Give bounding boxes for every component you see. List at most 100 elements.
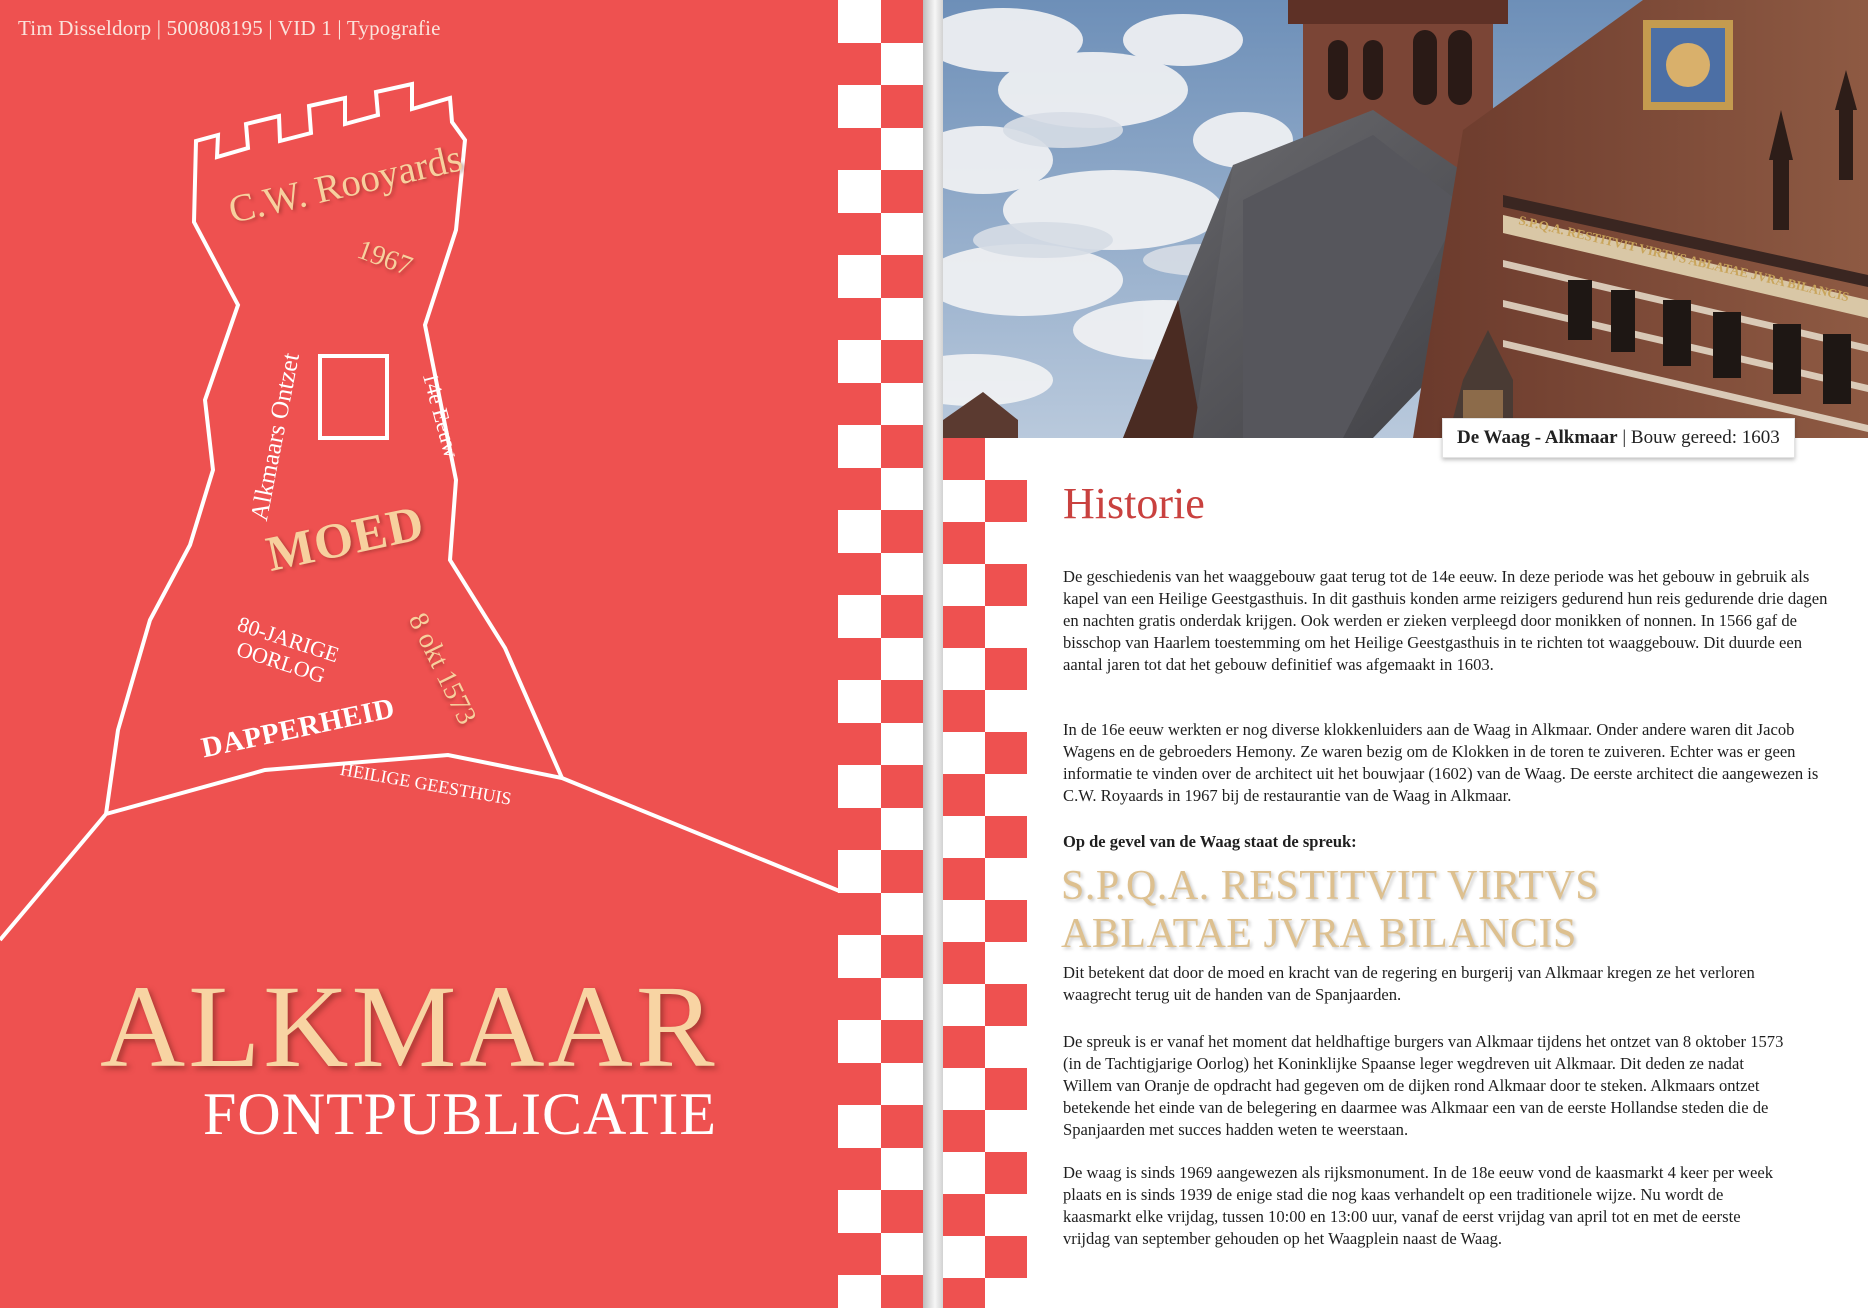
checker-cell bbox=[943, 1152, 985, 1194]
checker-cell bbox=[943, 942, 985, 984]
checker-cell bbox=[943, 774, 985, 816]
checker-cell bbox=[838, 807, 881, 850]
checker-cell bbox=[880, 85, 923, 128]
checker-cell bbox=[880, 425, 923, 468]
checker-cell bbox=[943, 1278, 985, 1308]
checker-cell bbox=[880, 680, 923, 723]
checker-cell bbox=[838, 255, 881, 298]
checker-cell bbox=[838, 977, 881, 1020]
checker-cell bbox=[838, 1232, 881, 1275]
checkerboard-left bbox=[838, 0, 923, 1308]
checker-cell bbox=[943, 648, 985, 690]
checker-cell bbox=[880, 1190, 923, 1233]
checker-cell bbox=[880, 1020, 923, 1063]
checker-cell bbox=[838, 42, 881, 85]
checker-cell bbox=[838, 637, 881, 680]
checker-cell bbox=[985, 942, 1027, 984]
checker-cell bbox=[838, 510, 881, 553]
checker-cell bbox=[985, 1068, 1027, 1110]
motto-lead: Op de gevel van de Waag staat de spreuk: bbox=[1063, 832, 1357, 851]
paragraph-1: De geschiedenis van het waaggebouw gaat … bbox=[1063, 567, 1828, 674]
checker-cell bbox=[880, 1105, 923, 1148]
checker-cell bbox=[943, 1026, 985, 1068]
checker-cell bbox=[838, 467, 881, 510]
checker-cell bbox=[838, 0, 881, 43]
waag-building-illustration: S.P.Q.A. RESTITVIT VIRTVS ABLATAE JVRA B… bbox=[943, 0, 1868, 438]
checker-cell bbox=[943, 480, 985, 522]
checker-cell bbox=[838, 1062, 881, 1105]
checker-cell bbox=[880, 1275, 923, 1308]
checker-cell bbox=[880, 1232, 923, 1275]
checker-cell bbox=[985, 1152, 1027, 1194]
checker-cell bbox=[880, 807, 923, 850]
checker-cell bbox=[880, 127, 923, 170]
cover-title: ALKMAAR bbox=[100, 961, 718, 1092]
checker-cell bbox=[985, 1236, 1027, 1278]
checker-cell bbox=[943, 1236, 985, 1278]
checker-cell bbox=[985, 606, 1027, 648]
checker-cell bbox=[985, 858, 1027, 900]
checker-cell bbox=[985, 1110, 1027, 1152]
checker-cell bbox=[985, 480, 1027, 522]
checker-cell bbox=[943, 1068, 985, 1110]
checker-cell bbox=[880, 42, 923, 85]
checker-cell bbox=[943, 816, 985, 858]
checker-cell bbox=[838, 425, 881, 468]
cover-subtitle: FONTPUBLICATIE bbox=[203, 1081, 718, 1147]
checker-cell bbox=[880, 935, 923, 978]
checker-cell bbox=[838, 212, 881, 255]
checker-cell bbox=[880, 0, 923, 43]
checker-cell bbox=[943, 1110, 985, 1152]
checker-cell bbox=[880, 765, 923, 808]
checker-cell bbox=[985, 984, 1027, 1026]
paragraph-2: In de 16e eeuw werkten er nog diverse kl… bbox=[1063, 720, 1819, 805]
paragraph-4: De spreuk is er vanaf het moment dat hel… bbox=[1063, 1032, 1784, 1139]
checker-cell bbox=[880, 722, 923, 765]
checker-cell bbox=[985, 900, 1027, 942]
checker-cell bbox=[943, 900, 985, 942]
checker-cell bbox=[838, 595, 881, 638]
checker-cell bbox=[943, 732, 985, 774]
checker-cell bbox=[943, 858, 985, 900]
checker-cell bbox=[985, 564, 1027, 606]
motto-line-1: S.P.Q.A. RESTITVIT VIRTVS bbox=[1061, 863, 1600, 909]
checker-cell bbox=[838, 1190, 881, 1233]
checker-cell bbox=[880, 892, 923, 935]
checker-cell bbox=[880, 255, 923, 298]
checker-cell bbox=[838, 127, 881, 170]
paragraph-5: De waag is sinds 1969 aangewezen als rij… bbox=[1063, 1163, 1774, 1248]
checker-cell bbox=[943, 564, 985, 606]
checker-cell bbox=[985, 1194, 1027, 1236]
checkerboard-right bbox=[943, 438, 1027, 1308]
checker-cell bbox=[880, 340, 923, 383]
checker-cell bbox=[838, 170, 881, 213]
checker-cell bbox=[880, 1062, 923, 1105]
checker-cell bbox=[838, 850, 881, 893]
checker-cell bbox=[838, 765, 881, 808]
checker-cell bbox=[985, 522, 1027, 564]
checker-cell bbox=[880, 850, 923, 893]
checker-cell bbox=[838, 1147, 881, 1190]
checker-cell bbox=[943, 1194, 985, 1236]
checker-cell bbox=[943, 438, 985, 480]
checker-cell bbox=[943, 690, 985, 732]
photo-caption-title: De Waag - Alkmaar bbox=[1457, 427, 1618, 448]
motto: S.P.Q.A. RESTITVIT VIRTVS ABLATAE JVRA B… bbox=[1061, 862, 1599, 958]
checker-cell bbox=[838, 722, 881, 765]
left-page: Tim Disseldorp | 500808195 | VID 1 | Typ… bbox=[0, 0, 923, 1308]
checker-cell bbox=[880, 1147, 923, 1190]
checker-cell bbox=[838, 85, 881, 128]
checker-cell bbox=[838, 892, 881, 935]
checker-cell bbox=[838, 382, 881, 425]
checker-cell bbox=[838, 935, 881, 978]
waag-photo: S.P.Q.A. RESTITVIT VIRTVS ABLATAE JVRA B… bbox=[943, 0, 1868, 438]
checker-cell bbox=[880, 510, 923, 553]
checker-cell bbox=[985, 816, 1027, 858]
checker-cell bbox=[880, 552, 923, 595]
checker-cell bbox=[880, 170, 923, 213]
checker-cell bbox=[838, 680, 881, 723]
book-spine bbox=[923, 0, 943, 1308]
checker-cell bbox=[838, 297, 881, 340]
checker-cell bbox=[880, 297, 923, 340]
photo-caption: De Waag - Alkmaar | Bouw gereed: 1603 bbox=[1442, 418, 1795, 458]
